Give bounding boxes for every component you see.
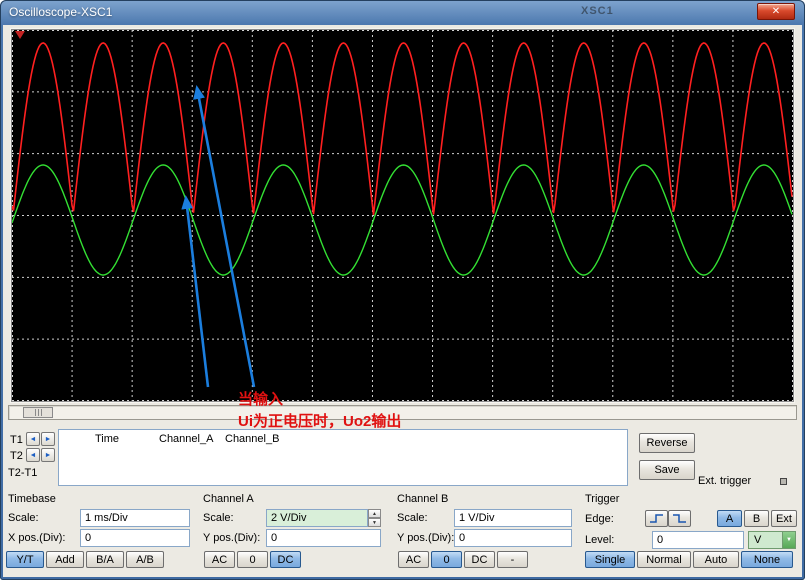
reverse-button[interactable]: Reverse [639, 433, 695, 453]
falling-edge-icon [672, 513, 687, 524]
ab-button[interactable]: A/B [126, 551, 164, 568]
right-arrow-icon: ► [45, 452, 52, 459]
t2-t1-label: T2-T1 [8, 467, 37, 479]
scope-scrollbar[interactable] [8, 405, 797, 420]
timebase-scale-input[interactable]: 1 ms/Div [80, 509, 190, 527]
channel-b-ac-button[interactable]: AC [398, 551, 429, 568]
t1-left-button[interactable]: ◄ [26, 432, 40, 446]
spinner-down-icon[interactable]: ▼ [368, 518, 381, 527]
channel-b-scale-input[interactable]: 1 V/Div [454, 509, 572, 527]
add-button[interactable]: Add [46, 551, 84, 568]
column-channel-a: Channel_A [159, 433, 213, 445]
trigger-single-button[interactable]: Single [585, 551, 635, 568]
channel-a-title: Channel A [203, 493, 254, 505]
scope-display [12, 30, 793, 401]
timebase-scale-label: Scale: [8, 512, 39, 524]
left-arrow-icon: ◄ [30, 436, 37, 443]
channel-b-ypos-input[interactable]: 0 [454, 529, 572, 547]
left-arrow-icon: ◄ [30, 452, 37, 459]
channel-b-title: Channel B [397, 493, 448, 505]
measurement-readout: Time Channel_A Channel_B [58, 429, 628, 486]
annotation-line1: 当输入 [238, 389, 401, 411]
column-channel-b: Channel_B [225, 433, 279, 445]
trigger-source-b-button[interactable]: B [744, 510, 769, 527]
channel-b-scale-label: Scale: [397, 512, 428, 524]
ext-trigger-label: Ext. trigger [698, 475, 751, 487]
trigger-auto-button[interactable]: Auto [693, 551, 739, 568]
ba-button[interactable]: B/A [86, 551, 124, 568]
t2-left-button[interactable]: ◄ [26, 448, 40, 462]
trigger-none-button[interactable]: None [741, 551, 793, 568]
right-arrow-icon: ► [45, 436, 52, 443]
window-title: Oscilloscope-XSC1 [9, 5, 112, 19]
trigger-edge-label: Edge: [585, 513, 614, 525]
t1-right-button[interactable]: ► [41, 432, 55, 446]
t1-label: T1 [10, 434, 23, 446]
channel-a-ypos-input[interactable]: 0 [266, 529, 381, 547]
channel-a-dc-button[interactable]: DC [270, 551, 301, 568]
trigger-source-ext-button[interactable]: Ext [771, 510, 797, 527]
annotation-text: 当输入 Ui为正电压时，Uo2输出 [238, 389, 401, 433]
trigger-unit-value: V [749, 532, 782, 548]
channel-a-zero-button[interactable]: 0 [237, 551, 268, 568]
close-button[interactable]: ✕ [757, 3, 795, 20]
schematic-label-xsc1: XSC1 [581, 5, 614, 17]
scope-screen [11, 29, 794, 402]
timebase-xpos-input[interactable]: 0 [80, 529, 190, 547]
trigger-unit-dropdown[interactable]: V ▼ [748, 531, 796, 549]
yt-button[interactable]: Y/T [6, 551, 44, 568]
save-button[interactable]: Save [639, 460, 695, 480]
column-time: Time [95, 433, 119, 445]
channel-b-invert-button[interactable]: - [497, 551, 528, 568]
channel-a-scale-input[interactable]: 2 V/Div [266, 509, 368, 527]
t2-label: T2 [10, 450, 23, 462]
rising-edge-icon [649, 513, 664, 524]
annotation-line2: Ui为正电压时，Uo2输出 [238, 411, 401, 433]
channel-a-scale-spinner[interactable]: ▲ ▼ [368, 509, 381, 527]
channel-b-dc-button[interactable]: DC [464, 551, 495, 568]
trigger-title: Trigger [585, 493, 619, 505]
cursor-marker-icon [15, 31, 25, 39]
dropdown-arrow-icon[interactable]: ▼ [782, 532, 795, 548]
rising-edge-button[interactable] [645, 510, 668, 527]
channel-b-ypos-label: Y pos.(Div): [397, 532, 454, 544]
channel-a-ac-button[interactable]: AC [204, 551, 235, 568]
falling-edge-button[interactable] [668, 510, 691, 527]
t2-right-button[interactable]: ► [41, 448, 55, 462]
trigger-level-input[interactable]: 0 [652, 531, 744, 549]
scrollbar-thumb[interactable] [23, 407, 53, 418]
spinner-up-icon[interactable]: ▲ [368, 509, 381, 518]
timebase-title: Timebase [8, 493, 56, 505]
oscilloscope-window: Oscilloscope-XSC1 XSC1 ✕ 当输入 Ui为正电压时，Uo2… [0, 0, 805, 580]
trigger-normal-button[interactable]: Normal [637, 551, 691, 568]
trigger-level-label: Level: [585, 534, 614, 546]
channel-a-ypos-label: Y pos.(Div): [203, 532, 260, 544]
close-icon: ✕ [772, 6, 780, 17]
channel-b-zero-button[interactable]: 0 [431, 551, 462, 568]
channel-a-scale-label: Scale: [203, 512, 234, 524]
timebase-xpos-label: X pos.(Div): [8, 532, 65, 544]
ext-trigger-terminal [780, 478, 787, 485]
trigger-source-a-button[interactable]: A [717, 510, 742, 527]
